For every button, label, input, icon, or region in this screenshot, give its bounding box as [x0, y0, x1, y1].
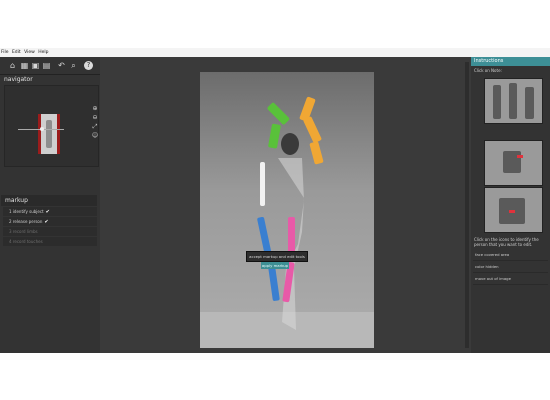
step-label: 3 record limbs: [9, 229, 38, 234]
example-person: [493, 85, 501, 119]
toolbar: ⌂ ▦ ▣ ▤ ↶ ⌕ ?: [0, 57, 100, 75]
instructions-intro: Click on Note:: [474, 68, 502, 73]
zoom-out-icon[interactable]: ⊖: [91, 113, 99, 122]
option-list: face covered area color hidden move out …: [473, 249, 548, 285]
navigator-panel: ⊕ ⊖ ⤢ ☺: [4, 85, 99, 167]
image-icon[interactable]: ▣: [31, 61, 40, 70]
left-forearm-segment: [267, 102, 290, 125]
option-face-covered[interactable]: face covered area: [473, 249, 548, 261]
step-label: 1 identify subject: [9, 209, 44, 214]
figure-head: [281, 133, 299, 155]
home-icon[interactable]: ⌂: [8, 61, 17, 70]
instructions-body: Click on the icons to identify the perso…: [474, 237, 539, 247]
option-color-hidden[interactable]: color hidden: [473, 261, 548, 273]
popup-text: accept markup and edit tools: [249, 254, 305, 259]
left-panel: ⌂ ▦ ▣ ▤ ↶ ⌕ ? navigator ⊕ ⊖ ⤢ ☺ markup 1: [0, 57, 100, 353]
example-highlight: [517, 155, 523, 158]
markup-steps: 1 identify subject ✔ 2 release person ✔ 3 …: [3, 207, 97, 247]
step-identify-subject[interactable]: 1 identify subject ✔: [3, 207, 97, 216]
menu-bar: File Edit View Help: [0, 48, 550, 57]
example-highlight: [509, 210, 515, 213]
step-record-touches: 4 record touches: [3, 237, 97, 246]
step-label: 4 record touches: [9, 239, 43, 244]
zoom-slider-knob[interactable]: [40, 127, 44, 131]
zoom-icon[interactable]: ⌕: [69, 61, 78, 70]
zoom-in-icon[interactable]: ⊕: [91, 104, 99, 113]
apply-markup-button[interactable]: apply markup: [261, 262, 289, 269]
menu-view[interactable]: View: [24, 48, 35, 57]
navigator-thumbnail[interactable]: [38, 114, 60, 154]
right-shoulder-segment: [309, 141, 324, 165]
fit-icon[interactable]: ⤢: [91, 122, 99, 131]
person-icon[interactable]: ☺: [91, 131, 99, 140]
menu-help[interactable]: Help: [38, 48, 48, 57]
photo-canvas[interactable]: [200, 72, 374, 348]
canvas-scrollbar[interactable]: [465, 62, 469, 348]
help-icon[interactable]: ?: [84, 61, 93, 70]
option-move-out[interactable]: move out of image: [473, 273, 548, 285]
menu-file[interactable]: File: [1, 48, 9, 57]
example-photo-sitting[interactable]: [484, 140, 543, 186]
checkmark-icon: ✔: [44, 219, 49, 225]
step-release-person[interactable]: 2 release person ✔: [3, 217, 97, 226]
step-label: 2 release person: [9, 219, 43, 224]
instructions-title: Instructions: [471, 57, 550, 66]
markup-popup: accept markup and edit tools: [246, 251, 308, 262]
layers-icon[interactable]: ▤: [42, 61, 51, 70]
torso-left-segment: [260, 162, 265, 206]
right-forearm-segment: [299, 96, 316, 122]
example-person: [525, 87, 534, 119]
rotate-icon[interactable]: ↶: [57, 61, 66, 70]
pose-skeleton-overlay[interactable]: [200, 72, 374, 348]
example-person: [509, 83, 517, 119]
instructions-panel: Instructions Click on Note: Click on the…: [471, 57, 550, 353]
step-record-limbs: 3 record limbs: [3, 227, 97, 236]
grid-icon[interactable]: ▦: [20, 61, 29, 70]
navigator-tools: ⊕ ⊖ ⤢ ☺: [91, 104, 99, 140]
example-photo-group[interactable]: [484, 78, 543, 124]
left-upper-arm-segment: [268, 123, 281, 149]
markup-title: markup: [1, 195, 97, 206]
app-window: ⌂ ▦ ▣ ▤ ↶ ⌕ ? navigator ⊕ ⊖ ⤢ ☺ markup 1: [0, 57, 550, 353]
checkmark-icon: ✔: [45, 209, 50, 215]
menu-edit[interactable]: Edit: [12, 48, 21, 57]
example-photo-crouching[interactable]: [484, 187, 543, 233]
zoom-slider[interactable]: [18, 127, 64, 131]
navigator-thumbnail-figure: [46, 120, 52, 148]
